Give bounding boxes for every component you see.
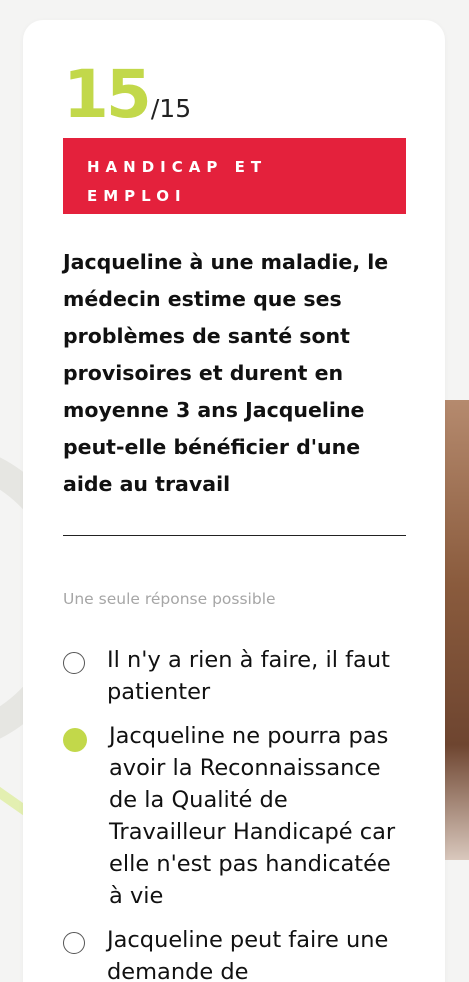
question-total: /15 <box>150 94 192 123</box>
radio-button-icon[interactable] <box>63 932 85 954</box>
question-number: 15 <box>63 56 152 133</box>
answer-option-label: Jacqueline ne pourra pas avoir la Reconn… <box>109 723 396 909</box>
answer-option-label: Jacqueline peut faire une demande de <box>107 927 389 982</box>
answer-option-3[interactable]: Jacqueline peut faire une demande de <box>63 924 408 982</box>
answer-hint: Une seule réponse possible <box>63 590 276 608</box>
answer-option-2[interactable]: Jacqueline ne pourra pas avoir la Reconn… <box>63 720 408 912</box>
question-text: Jacqueline à une maladie, le médecin est… <box>63 250 389 496</box>
category-label-line2: EMPLOI <box>87 187 187 205</box>
answer-option-1[interactable]: Il n'y a rien à faire, il faut patienter <box>63 644 408 708</box>
answer-options: Il n'y a rien à faire, il faut patienter… <box>63 644 408 982</box>
divider <box>63 535 406 536</box>
question-counter: 15 /15 <box>63 62 191 128</box>
category-label-line1: HANDICAP ET <box>87 158 268 176</box>
radio-button-selected-icon[interactable] <box>63 728 87 752</box>
answer-option-label: Il n'y a rien à faire, il faut patienter <box>107 647 390 705</box>
question-card: 15 /15 HANDICAP ET EMPLOI Jacqueline à u… <box>23 20 445 982</box>
radio-button-icon[interactable] <box>63 652 85 674</box>
category-banner: HANDICAP ET EMPLOI <box>63 138 406 214</box>
